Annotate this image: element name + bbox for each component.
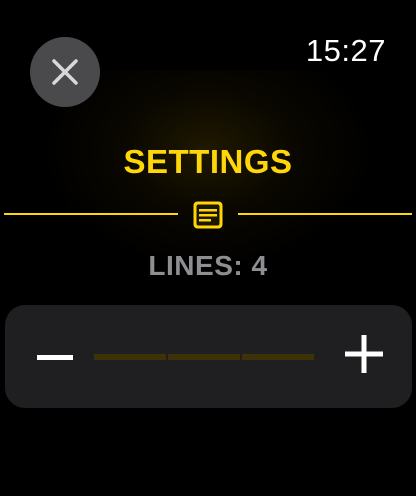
lines-stepper[interactable] <box>5 305 412 408</box>
track-segment <box>94 354 166 360</box>
track-segment <box>242 354 314 360</box>
increment-button[interactable] <box>324 305 404 408</box>
note-icon <box>192 200 224 230</box>
minus-icon <box>37 348 73 366</box>
lines-label: LINES: 4 <box>148 250 268 281</box>
lines-track <box>94 354 314 360</box>
track-segment <box>168 354 240 360</box>
plus-icon <box>345 335 383 378</box>
page-title: SETTINGS <box>123 143 293 180</box>
divider-left <box>4 213 178 215</box>
decrement-button[interactable] <box>15 305 95 408</box>
close-button[interactable] <box>30 37 100 107</box>
status-time: 15:27 <box>305 33 386 68</box>
divider-right <box>238 213 412 215</box>
close-icon <box>51 58 79 86</box>
